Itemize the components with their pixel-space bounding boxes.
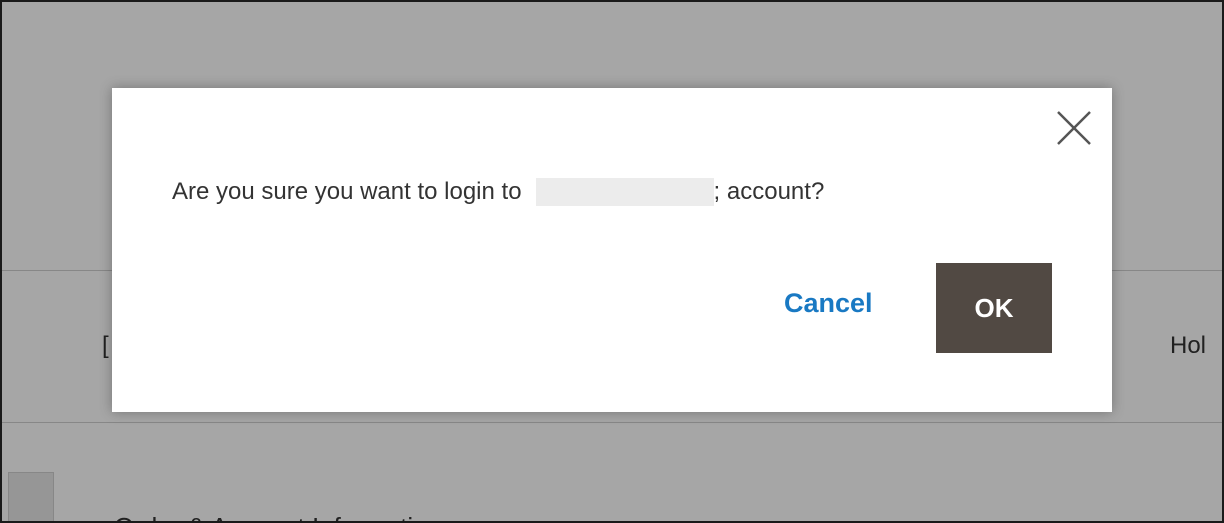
cancel-button[interactable]: Cancel bbox=[784, 288, 873, 319]
confirm-message-suffix: ; account? bbox=[713, 178, 825, 205]
close-button[interactable] bbox=[1054, 108, 1094, 148]
admin-page: [ Hol Order & Account Information Are yo… bbox=[0, 0, 1224, 523]
confirm-message-prefix: Are you sure you want to login to bbox=[172, 178, 522, 205]
close-icon bbox=[1057, 111, 1091, 145]
confirm-login-modal: Are you sure you want to login to ; acco… bbox=[112, 88, 1112, 412]
ok-button[interactable]: OK bbox=[936, 263, 1052, 353]
redacted-customer-name bbox=[535, 178, 714, 206]
confirm-message: Are you sure you want to login to ; acco… bbox=[172, 178, 824, 206]
